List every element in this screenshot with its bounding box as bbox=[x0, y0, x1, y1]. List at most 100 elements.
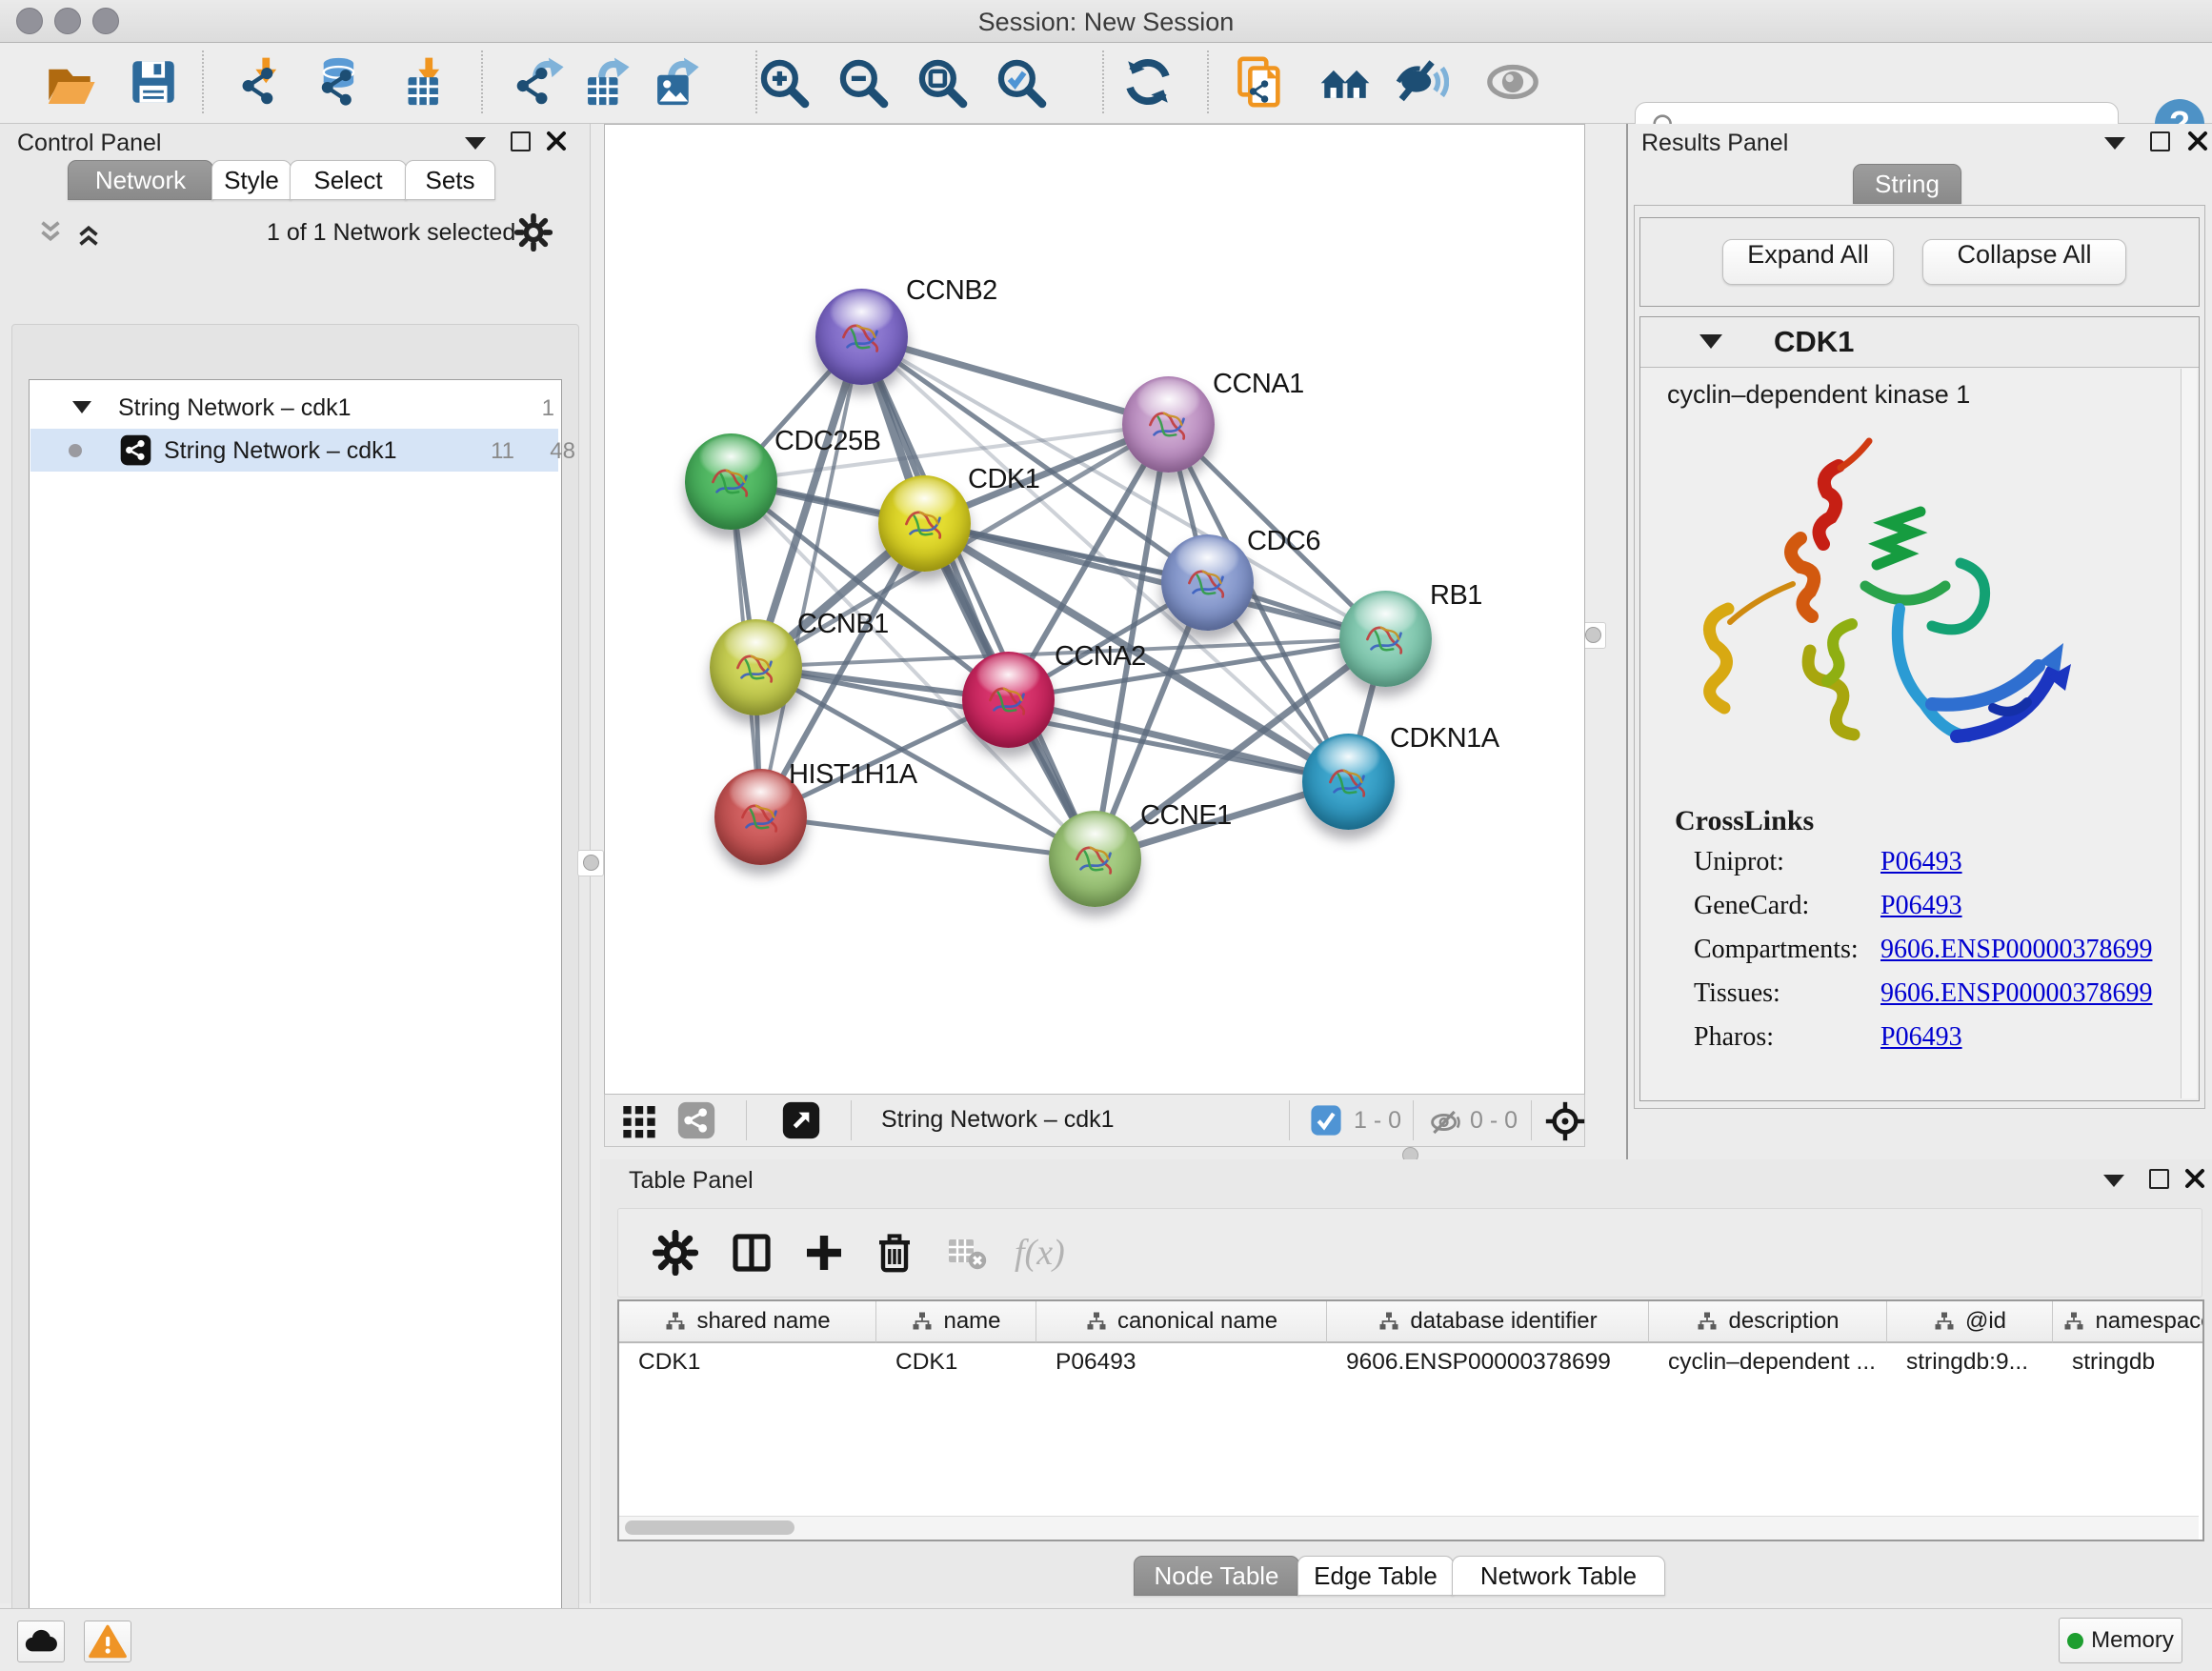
refresh-view-icon[interactable] bbox=[1120, 54, 1176, 110]
export-network-icon[interactable] bbox=[511, 54, 566, 110]
save-session-icon[interactable] bbox=[126, 54, 181, 110]
import-network-from-database-icon[interactable] bbox=[309, 54, 364, 110]
left-splitter-handle[interactable] bbox=[577, 850, 604, 876]
memory-button[interactable]: Memory bbox=[2059, 1618, 2182, 1663]
node-RB1[interactable] bbox=[1339, 591, 1432, 687]
network-collection-row[interactable]: String Network – cdk1 1 bbox=[30, 386, 558, 429]
table-panel-menu-icon[interactable] bbox=[2103, 1175, 2124, 1192]
selected-checkbox-icon[interactable] bbox=[1310, 1104, 1348, 1142]
crosslink-link[interactable]: 9606.ENSP00000378699 bbox=[1880, 935, 2152, 964]
network-view-toolbar: String Network – cdk1 1 - 0 0 - 0 bbox=[604, 1094, 1585, 1147]
node-CDKN1A[interactable] bbox=[1302, 734, 1395, 830]
node-CCNE1[interactable] bbox=[1049, 811, 1141, 907]
column-header-shared-name[interactable]: shared name bbox=[619, 1301, 876, 1343]
node-CDK1[interactable] bbox=[878, 475, 971, 572]
crosslink-link[interactable]: P06493 bbox=[1880, 1022, 1962, 1052]
network-canvas[interactable]: CCNB2CCNA1CDC25BCDK1CDC6RB1CCNB1CCNA2CDK… bbox=[604, 124, 1585, 1096]
table-panel-close-icon[interactable] bbox=[2183, 1167, 2206, 1190]
column-header-namespace[interactable]: namespace bbox=[2053, 1301, 2204, 1343]
crosslink-row: Compartments:9606.ENSP00000378699 bbox=[1694, 935, 2189, 978]
zoom-in-icon[interactable] bbox=[755, 54, 811, 110]
column-header-database-identifier[interactable]: database identifier bbox=[1327, 1301, 1649, 1343]
network-options-gear-icon[interactable] bbox=[514, 213, 553, 252]
cell-database-identifier[interactable]: 9606.ENSP00000378699 bbox=[1346, 1343, 1641, 1381]
node-CCNA1[interactable] bbox=[1122, 376, 1215, 473]
tab-network-table[interactable]: Network Table bbox=[1452, 1556, 1665, 1596]
node-CDC6[interactable] bbox=[1161, 534, 1254, 631]
export-table-icon[interactable] bbox=[576, 54, 632, 110]
node-label-CCNB2: CCNB2 bbox=[906, 275, 997, 307]
show-columns-icon[interactable] bbox=[729, 1230, 774, 1276]
node-CCNB2[interactable] bbox=[815, 289, 908, 385]
show-all-panels-icon[interactable] bbox=[1317, 54, 1373, 110]
import-network-from-file-icon[interactable] bbox=[231, 54, 287, 110]
column-header-canonical-name[interactable]: canonical name bbox=[1036, 1301, 1327, 1343]
cell-namespace[interactable]: stringdb bbox=[2072, 1343, 2204, 1381]
tab-edge-table[interactable]: Edge Table bbox=[1297, 1556, 1454, 1596]
crosslink-link[interactable]: P06493 bbox=[1880, 847, 1962, 876]
control-panel-menu-icon[interactable] bbox=[465, 137, 486, 154]
tab-style[interactable]: Style bbox=[211, 160, 292, 200]
view-grid-icon[interactable] bbox=[620, 1101, 658, 1139]
tab-string[interactable]: String bbox=[1853, 164, 1961, 204]
tab-select[interactable]: Select bbox=[290, 160, 407, 200]
clone-network-icon[interactable] bbox=[1232, 54, 1287, 110]
cell-name[interactable]: CDK1 bbox=[895, 1343, 1029, 1381]
table-hscrollbar-thumb[interactable] bbox=[625, 1520, 794, 1535]
hidden-eye-icon bbox=[1428, 1104, 1466, 1142]
node-CDC25B[interactable] bbox=[685, 433, 777, 530]
table-settings-gear-icon[interactable] bbox=[653, 1230, 698, 1276]
gene-section-header[interactable]: CDK1 bbox=[1640, 317, 2199, 368]
cloud-status-button[interactable] bbox=[17, 1621, 65, 1662]
zoom-fit-content-icon[interactable] bbox=[914, 54, 969, 110]
collapse-all-icon[interactable] bbox=[34, 217, 67, 250]
edge-HIST1H1A-CCNE1 bbox=[760, 816, 1095, 858]
table-panel-float-icon[interactable] bbox=[2149, 1169, 2169, 1194]
node-CCNB1[interactable] bbox=[710, 619, 802, 715]
open-session-icon[interactable] bbox=[42, 54, 97, 110]
crosslink-link[interactable]: 9606.ENSP00000378699 bbox=[1880, 978, 2152, 1008]
column-header-description[interactable]: description bbox=[1649, 1301, 1887, 1343]
results-panel-menu-icon[interactable] bbox=[2104, 137, 2125, 154]
table-panel-title: Table Panel bbox=[629, 1167, 754, 1195]
zoom-selected-icon[interactable] bbox=[993, 54, 1048, 110]
cell-shared-name[interactable]: CDK1 bbox=[638, 1343, 869, 1381]
control-panel-float-icon[interactable] bbox=[511, 131, 531, 156]
export-image-icon[interactable] bbox=[646, 54, 701, 110]
view-network-icon[interactable] bbox=[677, 1101, 715, 1139]
tree-expander-icon[interactable] bbox=[72, 401, 91, 413]
add-column-icon[interactable] bbox=[801, 1230, 847, 1276]
expand-all-button[interactable]: Expand All bbox=[1722, 239, 1894, 285]
warning-status-button[interactable] bbox=[84, 1621, 131, 1662]
birds-eye-view-icon[interactable] bbox=[782, 1101, 820, 1139]
results-scrollbar[interactable] bbox=[2181, 369, 2197, 1098]
column-header-name[interactable]: name bbox=[876, 1301, 1036, 1343]
tab-sets[interactable]: Sets bbox=[405, 160, 495, 200]
fit-selected-crosshair-icon[interactable] bbox=[1544, 1100, 1582, 1138]
column-header-label: description bbox=[1728, 1308, 1839, 1335]
control-panel-close-icon[interactable] bbox=[545, 130, 568, 152]
delete-column-trash-icon[interactable] bbox=[872, 1230, 917, 1276]
results-panel-close-icon[interactable] bbox=[2186, 130, 2209, 152]
tab-node-table[interactable]: Node Table bbox=[1134, 1556, 1299, 1596]
cell-description[interactable]: cyclin–dependent ... bbox=[1668, 1343, 1880, 1381]
tab-network[interactable]: Network bbox=[68, 160, 213, 200]
collapse-all-button[interactable]: Collapse All bbox=[1922, 239, 2126, 285]
column-header-label: @id bbox=[1965, 1308, 2006, 1335]
column-header--id[interactable]: @id bbox=[1887, 1301, 2053, 1343]
node-CCNA2[interactable] bbox=[962, 652, 1055, 748]
hide-graphics-details-icon[interactable] bbox=[1394, 54, 1449, 110]
edge-count: 48 bbox=[530, 438, 575, 465]
gene-collapse-icon[interactable] bbox=[1699, 334, 1722, 349]
import-table-from-file-icon[interactable] bbox=[394, 54, 450, 110]
zoom-out-icon[interactable] bbox=[835, 54, 890, 110]
expand-all-icon[interactable] bbox=[72, 217, 105, 250]
network-row-selected[interactable]: String Network – cdk1 11 48 bbox=[30, 429, 558, 472]
cell-canonical-name[interactable]: P06493 bbox=[1056, 1343, 1319, 1381]
crosslink-link[interactable]: P06493 bbox=[1880, 891, 1962, 920]
cell--id[interactable]: stringdb:9... bbox=[1906, 1343, 2045, 1381]
results-panel: Results Panel String Expand All Collapse… bbox=[1626, 124, 2212, 1159]
results-panel-float-icon[interactable] bbox=[2150, 131, 2170, 156]
show-graphics-details-icon[interactable] bbox=[1485, 54, 1540, 110]
results-buttons-box: Expand All Collapse All bbox=[1639, 217, 2200, 307]
